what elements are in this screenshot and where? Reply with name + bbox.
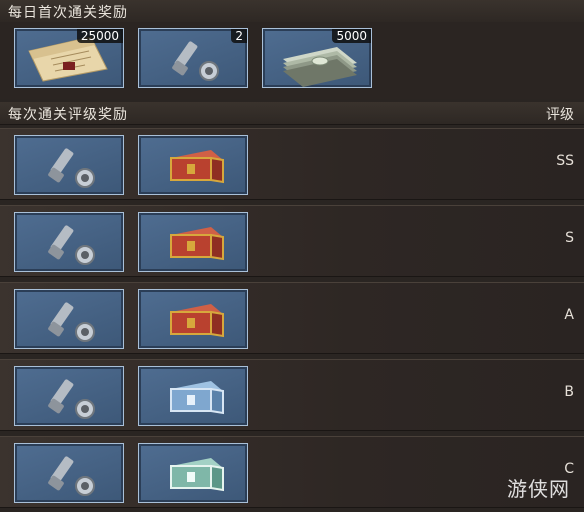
reward-slot[interactable]: 25000 <box>14 28 124 88</box>
reward-slot[interactable] <box>14 135 124 195</box>
site-watermark: 游侠网 <box>507 477 570 501</box>
grade-row-b: B <box>0 359 584 431</box>
reward-slot[interactable] <box>138 366 248 426</box>
item-count: 25000 <box>76 29 123 43</box>
bolt-screw-icon <box>48 148 95 188</box>
reward-slot[interactable]: 5000 <box>262 28 372 88</box>
reward-slot[interactable] <box>14 212 124 272</box>
red-gold-chest-icon <box>170 304 224 338</box>
item-count: 5000 <box>332 29 371 43</box>
red-gold-chest-icon <box>170 227 224 261</box>
grade-row-a: A <box>0 282 584 354</box>
grade-reward-title: 每次通关评级奖励 <box>8 107 128 123</box>
reward-slot[interactable] <box>14 289 124 349</box>
reward-slot[interactable] <box>138 289 248 349</box>
blue-chest-icon <box>170 381 224 415</box>
reward-slot[interactable] <box>14 443 124 503</box>
grade-row-ss: SS <box>0 128 584 200</box>
grade-label: B <box>564 384 574 400</box>
bolt-screw-icon <box>48 456 95 496</box>
grade-row-c: C <box>0 436 584 508</box>
grade-column-label: 评级 <box>546 107 574 123</box>
green-chest-icon <box>170 458 224 492</box>
grade-row-s: S <box>0 205 584 277</box>
item-count: 2 <box>231 29 247 43</box>
bolt-screw-icon <box>48 302 95 342</box>
grade-label: S <box>565 230 574 246</box>
reward-slot[interactable] <box>138 212 248 272</box>
bolt-screw-icon <box>48 225 95 265</box>
daily-reward-row: 25000 2 5000 <box>0 22 584 99</box>
grade-label: A <box>564 307 574 323</box>
reward-slot[interactable]: 2 <box>138 28 248 88</box>
grade-reward-header: 每次通关评级奖励 评级 <box>0 102 584 125</box>
bolt-screw-icon <box>48 379 95 419</box>
reward-slot[interactable] <box>14 366 124 426</box>
daily-reward-title: 每日首次通关奖励 <box>8 5 128 21</box>
reward-slot[interactable] <box>138 443 248 503</box>
red-gold-chest-icon <box>170 150 224 184</box>
grade-label: SS <box>556 153 574 169</box>
reward-slot[interactable] <box>138 135 248 195</box>
daily-reward-header: 每日首次通关奖励 <box>0 0 584 23</box>
